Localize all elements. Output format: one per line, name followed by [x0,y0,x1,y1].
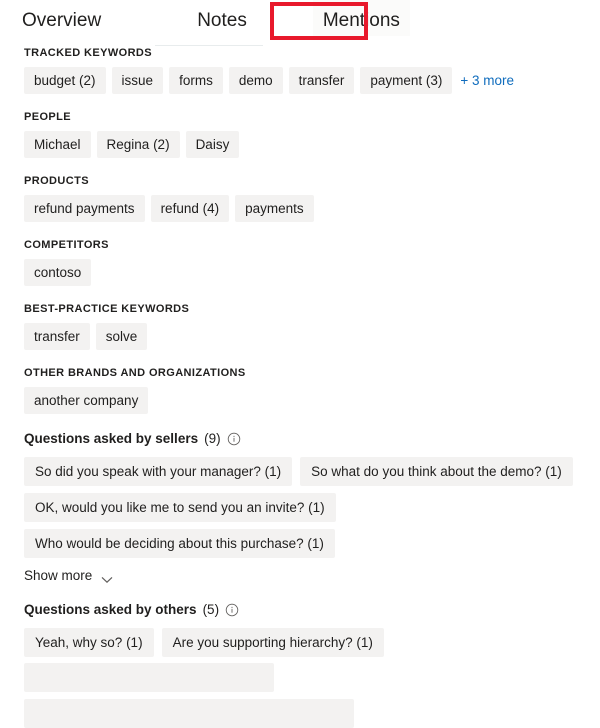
tab-strip: Overview Notes Mentions [0,0,600,40]
questions-sellers-label: Questions asked by sellers [24,431,199,446]
question-chip[interactable] [24,699,354,728]
mention-section: TRACKED KEYWORDS budget (2) issue forms demo… [24,46,584,94]
mention-chip[interactable]: payment (3) [360,67,453,94]
question-chip[interactable]: Are you supporting hierarchy? (1) [161,628,384,657]
mention-section: BEST-PRACTICE KEYWORDS transfer solve [24,302,584,350]
mention-chip[interactable]: demo [228,67,283,94]
question-chip[interactable]: Yeah, why so? (1) [24,628,154,657]
tab-bar: Overview Notes Mentions [0,0,600,46]
mention-chip[interactable]: contoso [24,259,92,286]
mention-section: OTHER BRANDS AND ORGANIZATIONS another co… [24,366,584,414]
tab-mentions[interactable]: Mentions [312,0,410,36]
info-circle-icon[interactable] [227,432,241,446]
questions-others-chips-overflow [24,663,584,728]
mentions-panel: TRACKED KEYWORDS budget (2) issue forms demo… [0,46,600,728]
chip-group: another company [24,387,584,414]
chip-group: Michael Regina (2) Daisy [24,131,584,158]
section-title: PEOPLE [24,111,72,123]
section-title: TRACKED KEYWORDS [24,47,153,59]
questions-sellers-chips: So did you speak with your manager? (1) S… [24,457,584,558]
questions-sellers-header: Questions asked by sellers (9) [24,430,584,448]
section-title: OTHER BRANDS AND ORGANIZATIONS [24,367,246,379]
mention-chip[interactable]: transfer [288,67,355,94]
tab-overview[interactable]: Overview [12,0,111,36]
question-chip[interactable]: So what do you think about the demo? (1) [300,457,573,486]
show-more-link[interactable]: + 3 more [458,67,516,94]
chip-group: contoso [24,259,584,286]
tab-divider [155,45,263,46]
chevron-down-icon [101,572,113,583]
mention-chip[interactable]: issue [111,67,164,94]
questions-sellers-count: (9) [204,431,221,446]
mention-chip[interactable]: refund (4) [150,195,230,222]
show-more-button[interactable]: Show more [24,564,113,587]
mention-chip[interactable]: Michael [24,131,91,158]
mention-chip[interactable]: another company [24,387,149,414]
mention-chip[interactable]: Regina (2) [96,131,180,158]
mention-sections: TRACKED KEYWORDS budget (2) issue forms demo… [24,46,584,414]
questions-others-count: (5) [202,602,220,617]
questions-others-chips: Yeah, why so? (1) Are you supporting hier… [24,628,584,657]
mention-chip[interactable]: Daisy [185,131,240,158]
questions-others-header: Questions asked by others (5) [24,601,584,619]
question-chip[interactable]: Who would be deciding about this purchas… [24,529,335,558]
question-chip[interactable]: So did you speak with your manager? (1) [24,457,293,486]
info-circle-icon[interactable] [225,603,239,617]
questions-others-label: Questions asked by others [24,602,197,617]
mention-chip[interactable]: refund payments [24,195,145,222]
mention-chip[interactable]: forms [169,67,223,94]
mention-chip[interactable]: solve [95,323,148,350]
section-title: COMPETITORS [24,239,109,251]
mention-section: COMPETITORS contoso [24,238,584,286]
chip-group: budget (2) issue forms demo transfer payment … [24,67,584,94]
mention-section: PEOPLE Michael Regina (2) Daisy [24,110,584,158]
section-title: BEST-PRACTICE KEYWORDS [24,303,190,315]
mention-chip[interactable]: budget (2) [24,67,106,94]
show-more-label: Show more [24,568,93,583]
tab-notes[interactable]: Notes [187,0,257,36]
question-chip[interactable]: OK, would you like me to send you an inv… [24,493,336,522]
question-chip[interactable] [24,663,274,692]
mention-section: PRODUCTS refund payments refund (4) payment… [24,174,584,222]
chip-group: transfer solve [24,323,584,350]
mention-chip[interactable]: payments [235,195,314,222]
section-title: PRODUCTS [24,175,89,187]
chip-group: refund payments refund (4) payments [24,195,584,222]
mention-chip[interactable]: transfer [24,323,90,350]
